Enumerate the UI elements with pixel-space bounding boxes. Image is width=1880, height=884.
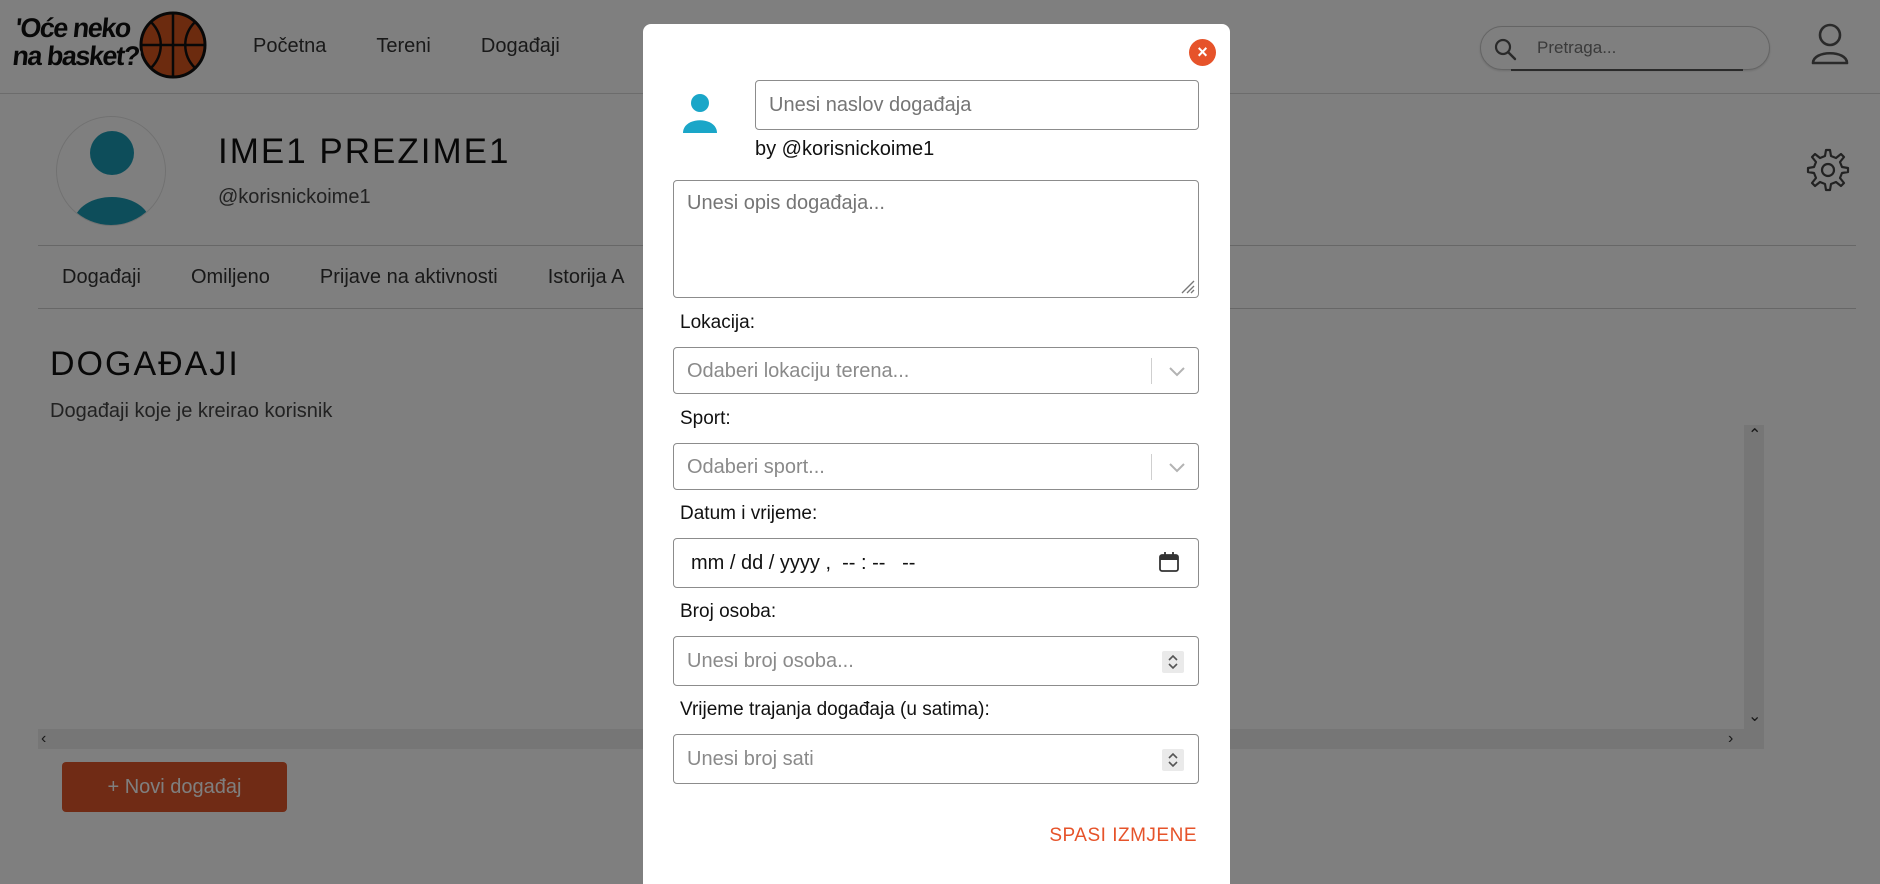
chevron-down-icon[interactable]	[1167, 458, 1187, 476]
location-placeholder: Odaberi lokaciju terena...	[687, 360, 910, 382]
duration-label: Vrijeme trajanja događaja (u satima):	[680, 699, 990, 720]
duration-placeholder: Unesi broj sati	[687, 748, 814, 770]
sport-label: Sport:	[680, 408, 731, 429]
location-label: Lokacija:	[680, 312, 755, 333]
event-description-input[interactable]	[673, 180, 1199, 298]
resize-grip-icon[interactable]	[1179, 278, 1195, 294]
event-title-input[interactable]	[755, 80, 1199, 130]
chevron-down-icon[interactable]	[1167, 362, 1187, 380]
calendar-icon[interactable]	[1158, 551, 1180, 573]
people-count-placeholder: Unesi broj osoba...	[687, 650, 854, 672]
duration-input[interactable]: Unesi broj sati	[673, 734, 1199, 784]
people-count-input[interactable]: Unesi broj osoba...	[673, 636, 1199, 686]
spinner-icon[interactable]	[1162, 651, 1184, 673]
location-select[interactable]: Odaberi lokaciju terena...	[673, 347, 1199, 394]
sport-select[interactable]: Odaberi sport...	[673, 443, 1199, 490]
avatar-icon	[683, 94, 717, 133]
select-separator	[1151, 454, 1152, 480]
event-modal: × by @korisnickoime1 Lokacija: Odaberi l…	[643, 24, 1230, 884]
datetime-value: mm / dd / yyyy , -- : -- --	[691, 552, 916, 574]
author-label: by @korisnickoime1	[755, 138, 935, 160]
datetime-input[interactable]: mm / dd / yyyy , -- : -- --	[673, 538, 1199, 588]
people-count-label: Broj osoba:	[680, 601, 777, 622]
datetime-label: Datum i vrijeme:	[680, 503, 818, 524]
save-changes-button[interactable]: SPASI IZMJENE	[1033, 818, 1203, 854]
close-icon[interactable]: ×	[1189, 39, 1216, 66]
select-separator	[1151, 358, 1152, 384]
sport-placeholder: Odaberi sport...	[687, 456, 825, 478]
spinner-icon[interactable]	[1162, 749, 1184, 771]
